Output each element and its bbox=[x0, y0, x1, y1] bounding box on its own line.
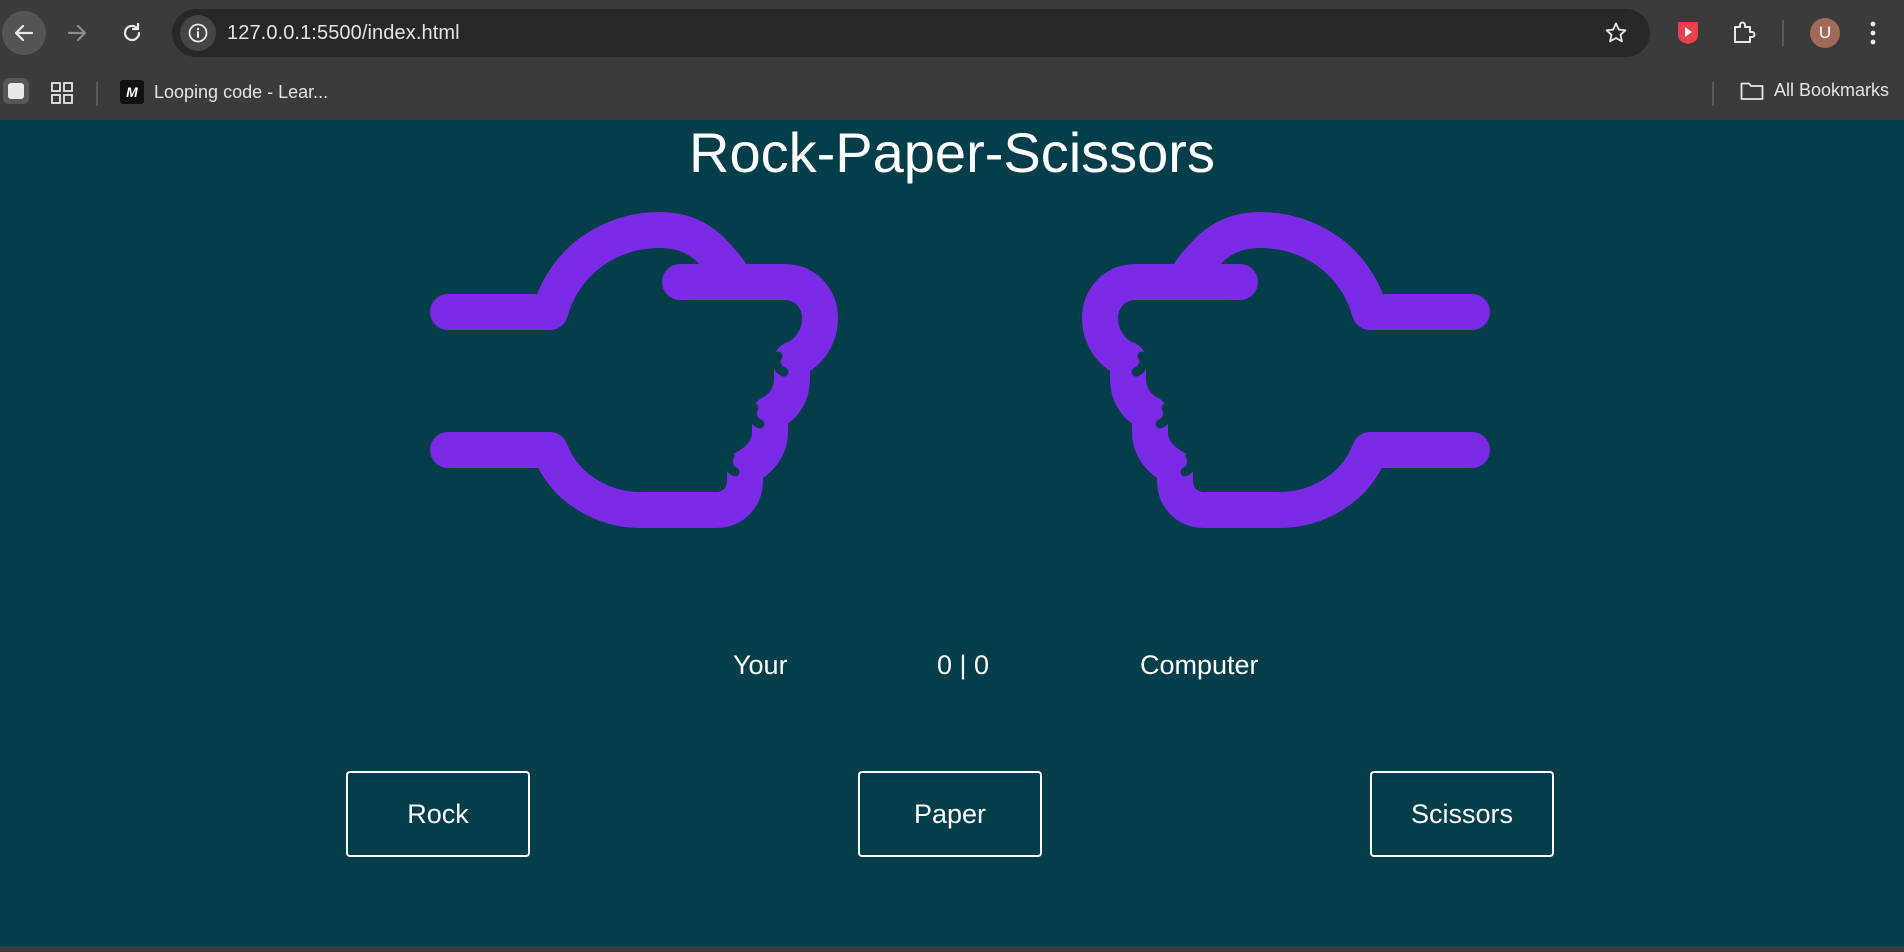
window-bottom-edge bbox=[0, 946, 1904, 952]
scissors-button[interactable]: Scissors bbox=[1370, 771, 1554, 857]
page-title: Rock-Paper-Scissors bbox=[689, 121, 1215, 184]
bookmark-favicon-icon: M bbox=[120, 80, 144, 104]
bookmarks-bar: M Looping code - Lear... All Bookmarks bbox=[0, 66, 1904, 121]
info-icon bbox=[188, 23, 208, 43]
extension-icon[interactable] bbox=[1674, 18, 1702, 46]
browser-chrome: 127.0.0.1:5500/index.html U M Looping co… bbox=[0, 0, 1904, 121]
rock-button[interactable]: Rock bbox=[346, 771, 530, 857]
profile-avatar[interactable]: U bbox=[1810, 18, 1840, 48]
bookmark-star-icon[interactable] bbox=[1604, 21, 1628, 45]
back-button[interactable] bbox=[2, 11, 46, 55]
forward-button[interactable] bbox=[55, 11, 99, 55]
reload-button[interactable] bbox=[110, 11, 154, 55]
apps-grid-icon[interactable] bbox=[50, 81, 74, 105]
reload-icon bbox=[123, 22, 141, 42]
site-info-button[interactable] bbox=[180, 15, 216, 51]
player-rock-hand-icon bbox=[430, 212, 838, 528]
score-display: 0 | 0 bbox=[937, 650, 990, 680]
toolbar-divider bbox=[1782, 20, 1784, 46]
all-bookmarks-button[interactable]: All Bookmarks bbox=[1740, 80, 1889, 101]
all-bookmarks-label: All Bookmarks bbox=[1774, 80, 1890, 100]
bookmark-item[interactable]: M Looping code - Lear... bbox=[120, 79, 328, 105]
bookmarks-divider bbox=[96, 82, 98, 106]
extensions-puzzle-icon[interactable] bbox=[1730, 18, 1758, 46]
address-bar[interactable]: 127.0.0.1:5500/index.html bbox=[172, 9, 1650, 57]
bookmarks-divider-right bbox=[1712, 82, 1714, 106]
paper-button[interactable]: Paper bbox=[858, 771, 1042, 857]
tab-search-button[interactable] bbox=[3, 78, 29, 104]
menu-dots-icon[interactable] bbox=[1868, 20, 1878, 46]
back-arrow-icon bbox=[14, 24, 34, 42]
computer-label: Computer bbox=[1140, 650, 1259, 680]
url-text: 127.0.0.1:5500/index.html bbox=[227, 22, 460, 44]
game-page: Rock-Paper-Scissors Your 0 | 0 Computer … bbox=[0, 120, 1904, 946]
computer-rock-hand-icon bbox=[1082, 212, 1490, 528]
avatar-initial: U bbox=[1818, 23, 1832, 42]
forward-arrow-icon bbox=[67, 24, 87, 42]
bookmark-label: Looping code - Lear... bbox=[154, 81, 329, 102]
player-label: Your bbox=[733, 650, 788, 680]
toolbar: 127.0.0.1:5500/index.html U bbox=[0, 0, 1904, 66]
folder-icon bbox=[1740, 82, 1764, 100]
